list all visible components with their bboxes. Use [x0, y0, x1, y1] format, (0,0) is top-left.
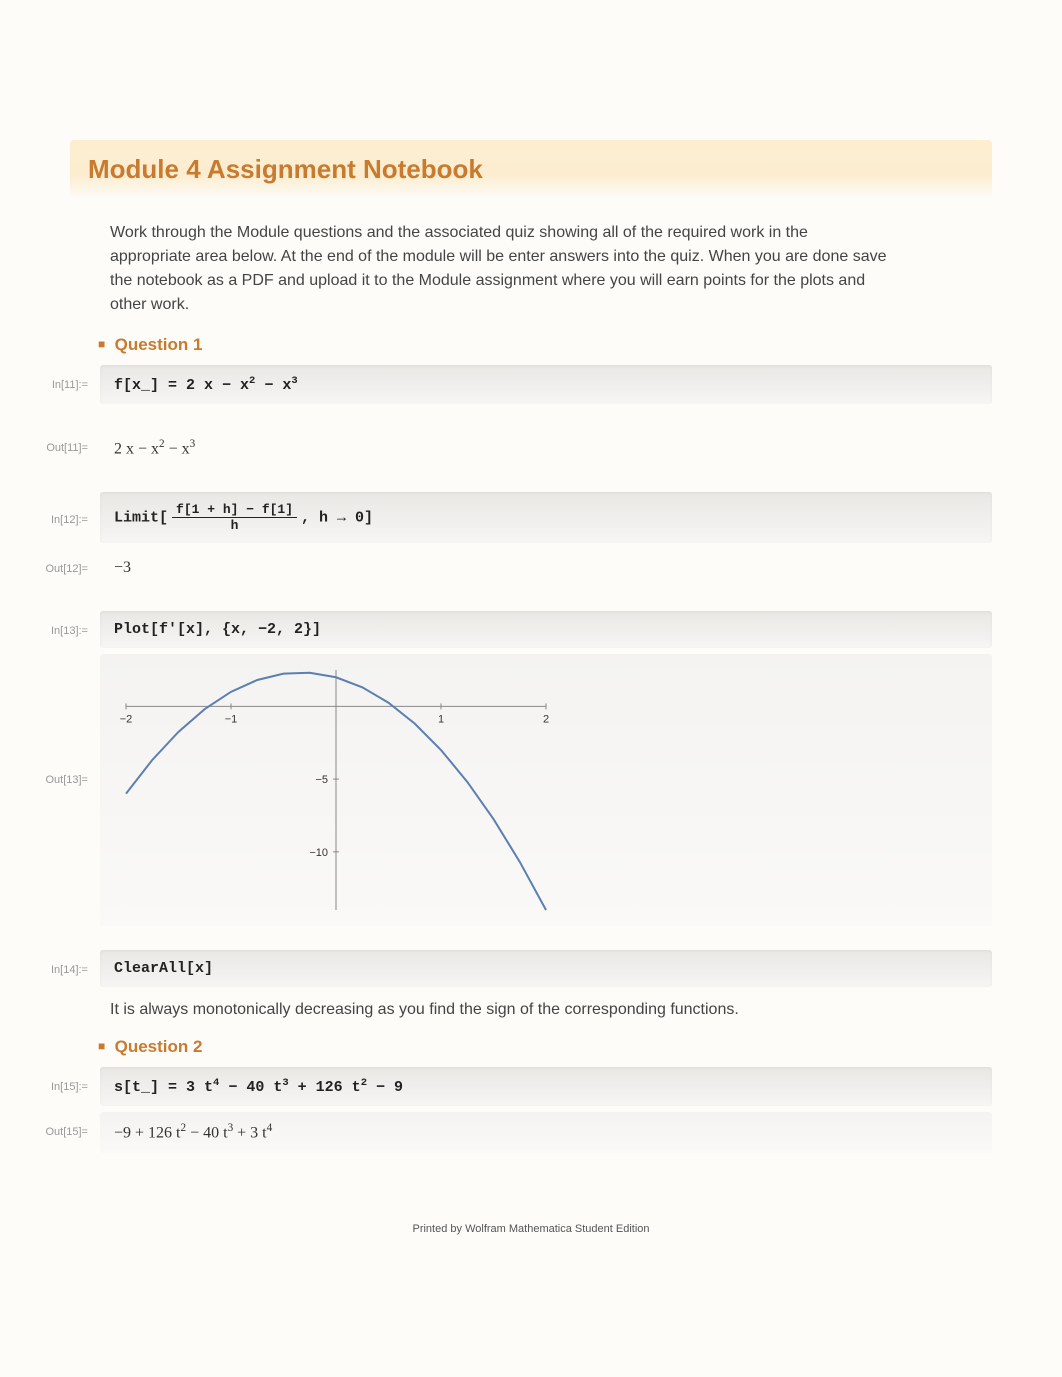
out-label: Out[13]=	[40, 654, 100, 786]
cell-in-13: In[13]:= Plot[f'[x], {x, −2, 2}]	[70, 611, 992, 648]
title-band: Module 4 Assignment Notebook	[70, 140, 992, 199]
svg-text:1: 1	[438, 714, 444, 726]
cell-out-13: Out[13]= −2−112−5−10	[70, 654, 992, 926]
cell-in-15: In[15]:= s[t_] = 3 t4 − 40 t3 + 126 t2 −…	[70, 1067, 992, 1106]
output-value: −9 + 126 t2 − 40 t3 + 3 t4	[100, 1112, 992, 1152]
question-2-heading: Question 2	[98, 1037, 992, 1057]
svg-text:−10: −10	[309, 847, 328, 859]
svg-text:−1: −1	[225, 714, 238, 726]
input-code: ClearAll[x]	[100, 950, 992, 987]
input-code: f[x_] = 2 x − x2 − x3	[100, 365, 992, 404]
question-1-heading: Question 1	[98, 335, 992, 355]
output-value: 2 x − x2 − x3	[100, 428, 992, 468]
in-label: In[13]:=	[40, 611, 100, 637]
out-label: Out[15]=	[40, 1112, 100, 1138]
input-code: Plot[f'[x], {x, −2, 2}]	[100, 611, 992, 648]
footer-text: Printed by Wolfram Mathematica Student E…	[70, 1223, 992, 1235]
cell-out-11: Out[11]= 2 x − x2 − x3	[70, 428, 992, 468]
input-code: s[t_] = 3 t4 − 40 t3 + 126 t2 − 9	[100, 1067, 992, 1106]
derivative-plot: −2 −1 1 2 −5 −10	[106, 660, 566, 920]
output-value: −3	[100, 549, 992, 587]
out-label: Out[12]=	[40, 549, 100, 575]
cell-out-12: Out[12]= −3	[70, 549, 992, 587]
svg-text:−2: −2	[120, 714, 133, 726]
intro-text: Work through the Module questions and th…	[110, 221, 890, 317]
in-label: In[14]:=	[40, 950, 100, 976]
plot-output: −2 −1 1 2 −5 −10	[100, 654, 992, 926]
cell-in-14: In[14]:= ClearAll[x]	[70, 950, 992, 987]
note-text: It is always monotonically decreasing as…	[110, 1001, 992, 1019]
out-label: Out[11]=	[40, 428, 100, 454]
in-label: In[11]:=	[40, 365, 100, 391]
page-title: Module 4 Assignment Notebook	[88, 154, 974, 185]
cell-in-12: In[12]:= Limit[f[1 + h] − f[1]h, h → 0]	[70, 492, 992, 543]
cell-out-15: Out[15]= −9 + 126 t2 − 40 t3 + 3 t4	[70, 1112, 992, 1152]
input-code: Limit[f[1 + h] − f[1]h, h → 0]	[100, 492, 992, 543]
cell-in-11: In[11]:= f[x_] = 2 x − x2 − x3	[70, 365, 992, 404]
in-label: In[15]:=	[40, 1067, 100, 1093]
svg-text:2: 2	[543, 714, 549, 726]
in-label: In[12]:=	[40, 492, 100, 526]
svg-text:−5: −5	[315, 774, 328, 786]
